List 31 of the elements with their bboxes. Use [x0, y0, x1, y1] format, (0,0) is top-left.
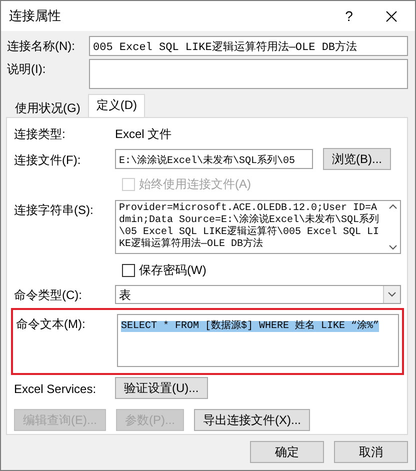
help-button[interactable]: ? [334, 7, 364, 25]
tab[interactable]: 使用状况(G) [7, 97, 88, 117]
description-field[interactable] [89, 59, 408, 89]
connection-file-field[interactable]: E:\涂涂说Excel\未发布\SQL系列\05 [115, 149, 313, 169]
browse-button[interactable]: 浏览(B)... [323, 148, 391, 170]
connection-type-label: 连接类型: [14, 126, 66, 143]
command-text-field[interactable]: SELECT * FROM [数据源$] WHERE 姓名 LIKE “涂%” [117, 314, 399, 367]
scroll-up-icon[interactable] [388, 204, 396, 209]
close-icon[interactable] [386, 10, 397, 22]
cancel-button[interactable]: 取消 [334, 441, 408, 463]
window-title: 连接属性 [9, 7, 62, 25]
excel-services-label: Excel Services: [14, 381, 98, 396]
scroll-down-icon[interactable] [388, 245, 396, 250]
connection-string-field[interactable]: Provider=Microsoft.ACE.OLEDB.12.0;User ID=Admin;Data Source=E:\涂涂说Excel\未发布\SQL系列\05 Excel SQL LIKE逻辑运算符\005 Excel SQL LIKE逻辑运算符用法—OLE DB方法 [115, 200, 401, 254]
connection-string-label: 连接字符串(S): [14, 202, 94, 219]
description-label: 说明(I): [7, 61, 47, 78]
save-password-label: 保存密码(W) [139, 262, 206, 279]
ok-button[interactable]: 确定 [250, 441, 324, 463]
action-button[interactable]: 导出连接文件(X)... [194, 409, 310, 431]
connection-file-label: 连接文件(F): [14, 152, 82, 168]
name-label: 连接名称(N): [7, 38, 76, 55]
checkbox[interactable] [122, 264, 135, 277]
always-use-file-label: 始终使用连接文件(A) [139, 176, 251, 193]
authentication-settings-button[interactable]: 验证设置(U)... [115, 377, 208, 399]
name-field[interactable]: 005 Excel SQL LIKE逻辑运算符用法—OLE DB方法 [89, 36, 408, 56]
command-type-dropdown[interactable]: 表 [115, 285, 401, 304]
command-text-label: 命令文本(M): [16, 316, 86, 333]
caret-icon [388, 292, 396, 297]
connection-type-value: Excel 文件 [115, 126, 172, 143]
command-type-label: 命令类型(C): [14, 287, 83, 304]
tab[interactable]: 定义(D) [88, 94, 145, 117]
